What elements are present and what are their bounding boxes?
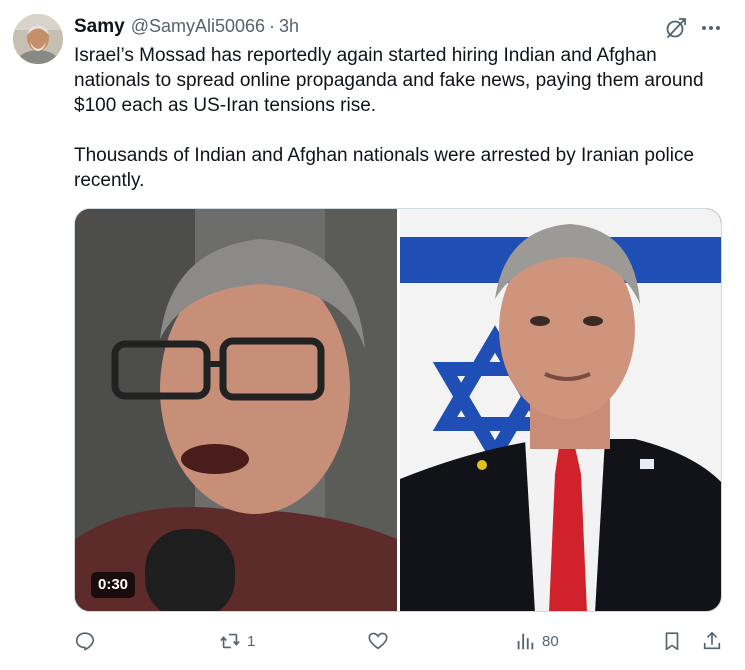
more-icon[interactable] [699,16,723,40]
tweet-text: Israel’s Mossad has reportedly again sta… [74,43,724,193]
bookmark-button[interactable] [661,626,683,656]
like-button[interactable] [367,626,395,656]
reply-button[interactable] [74,626,102,656]
video-player[interactable] [74,208,722,612]
retweet-count: 1 [247,632,256,650]
retweet-button[interactable]: 1 [219,626,255,656]
tweet-paragraph: Thousands of Indian and Afghan nationals… [74,145,695,191]
author-name[interactable]: Samy [74,16,125,38]
avatar-image [13,14,63,64]
video-duration-badge: 0:30 [91,572,136,598]
grok-icon[interactable] [664,16,688,40]
analytics-icon [517,633,534,650]
timestamp[interactable]: 3h [279,16,299,37]
video-thumbnail [75,209,721,611]
share-icon [703,631,721,650]
heart-icon [368,632,388,650]
reply-icon [75,632,95,651]
separator-dot: · [269,16,276,36]
share-button[interactable] [701,626,723,656]
retweet-icon [220,633,240,649]
author-handle[interactable]: @SamyAli50066 [131,16,265,37]
avatar[interactable] [13,14,63,64]
tweet-actions: 1 80 [74,626,724,658]
bookmark-icon [665,632,679,651]
views-count: 80 [542,632,559,650]
tweet-paragraph: Israel’s Mossad has reportedly again sta… [74,45,704,116]
tweet[interactable]: Samy @SamyAli50066 · 3h Israel’s Mossad … [0,0,745,670]
views-button[interactable]: 80 [514,626,559,656]
tweet-header: Samy @SamyAli50066 · 3h [74,16,299,40]
